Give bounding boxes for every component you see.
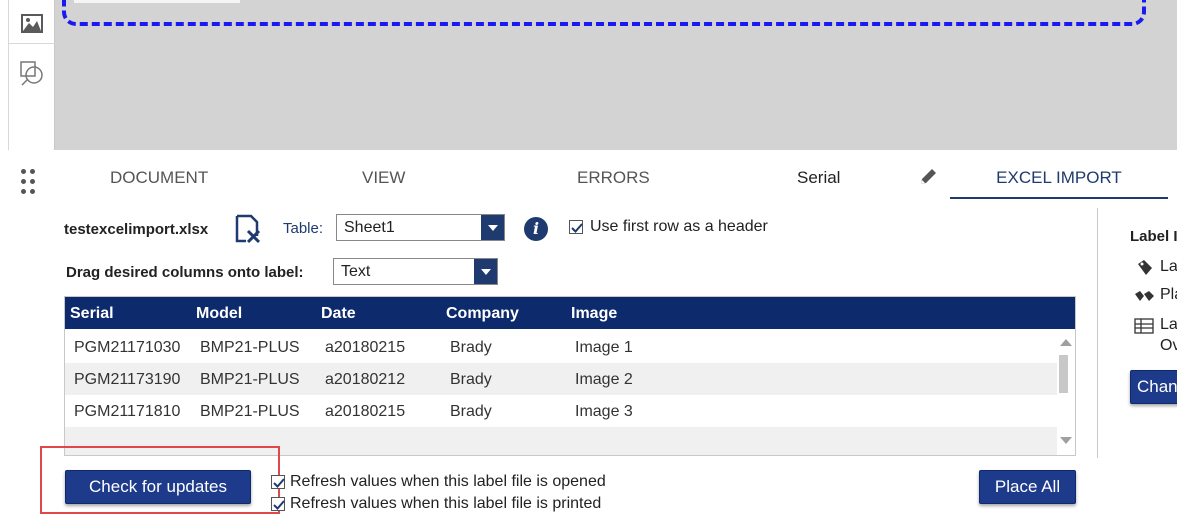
- table-cell: a20180215: [325, 403, 406, 420]
- file-name: testexcelimport.xlsx: [64, 221, 209, 238]
- drag-grip-icon[interactable]: [21, 169, 37, 195]
- shape-tool-button[interactable]: [9, 52, 55, 94]
- table-select-value: Sheet1: [344, 219, 395, 236]
- grid-header: Serial Model Date Company Image: [65, 297, 1075, 329]
- right-panel-item-continued: Ov: [1160, 337, 1177, 354]
- table-row[interactable]: PGM21173190 BMP21-PLUS a20180212 Brady I…: [65, 363, 1057, 395]
- column-header[interactable]: Date: [321, 305, 356, 323]
- right-panel-item[interactable]: La: [1160, 258, 1177, 276]
- image-icon: [21, 13, 43, 33]
- design-canvas-area: [0, 0, 1177, 150]
- column-type-select[interactable]: Text: [333, 258, 498, 285]
- scroll-down-icon[interactable]: [1060, 437, 1072, 444]
- refresh-printed-label: Refresh values when this label file is p…: [290, 495, 602, 512]
- tag-icon: [1138, 260, 1152, 275]
- table-cell: a20180212: [325, 371, 406, 388]
- table-select[interactable]: Sheet1: [336, 214, 505, 241]
- info-icon[interactable]: i: [524, 217, 548, 241]
- excel-clear-icon[interactable]: [234, 214, 262, 244]
- tab-excel-import[interactable]: EXCEL IMPORT: [950, 168, 1168, 199]
- tab-document[interactable]: DOCUMENT: [110, 168, 208, 188]
- tab-serial[interactable]: Serial: [797, 168, 840, 188]
- column-header[interactable]: Image: [571, 305, 617, 323]
- tab-errors[interactable]: ERRORS: [577, 168, 650, 188]
- use-header-checkbox[interactable]: [569, 220, 583, 234]
- table-cell: Image 3: [575, 403, 633, 420]
- check-updates-button[interactable]: Check for updates: [65, 470, 251, 504]
- change-button[interactable]: Chan: [1130, 370, 1177, 404]
- table-label: Table:: [283, 220, 324, 237]
- column-type-value: Text: [341, 263, 371, 280]
- place-tags-icon: [1135, 291, 1154, 301]
- chevron-down-icon[interactable]: [481, 215, 504, 240]
- table-cell: Brady: [450, 339, 492, 356]
- tab-view[interactable]: VIEW: [362, 168, 405, 188]
- panel-divider: [1097, 208, 1098, 458]
- drag-columns-label: Drag desired columns onto label:: [66, 264, 304, 281]
- table-cell: PGM21173190: [74, 371, 181, 388]
- table-cell: PGM21171030: [74, 339, 181, 356]
- pencil-icon[interactable]: [918, 167, 940, 187]
- column-header[interactable]: Serial: [70, 305, 114, 323]
- table-cell: BMP21-PLUS: [200, 339, 300, 356]
- scroll-thumb[interactable]: [1059, 355, 1068, 393]
- table-row[interactable]: PGM21171810 BMP21-PLUS a20180215 Brady I…: [65, 395, 1057, 427]
- right-panel-item[interactable]: La: [1160, 316, 1177, 334]
- table-cell: Brady: [450, 371, 492, 388]
- refresh-opened-label: Refresh values when this label file is o…: [290, 473, 606, 490]
- refresh-printed-checkbox[interactable]: [271, 497, 285, 511]
- table-row[interactable]: PGM21171030 BMP21-PLUS a20180215 Brady I…: [65, 331, 1057, 363]
- image-tool-button[interactable]: [9, 2, 55, 44]
- table-cell: Brady: [450, 403, 492, 420]
- grid-scrollbar[interactable]: [1056, 337, 1074, 449]
- table-cell: Image 1: [575, 339, 633, 356]
- label-outline[interactable]: [62, 0, 1146, 26]
- table-cell: BMP21-PLUS: [200, 371, 300, 388]
- table-grid-icon: [1134, 318, 1154, 334]
- table-cell: a20180215: [325, 339, 406, 356]
- column-header[interactable]: Company: [446, 305, 519, 323]
- chevron-down-icon[interactable]: [474, 259, 497, 284]
- shape-icon: [20, 61, 43, 86]
- table-cell: Image 2: [575, 371, 633, 388]
- scroll-up-icon[interactable]: [1060, 339, 1072, 346]
- place-all-button[interactable]: Place All: [979, 470, 1076, 504]
- app-window: DOCUMENT VIEW ERRORS Serial EXCEL IMPORT…: [0, 0, 1177, 521]
- refresh-opened-checkbox[interactable]: [271, 475, 285, 489]
- column-header[interactable]: Model: [196, 305, 242, 323]
- data-grid: Serial Model Date Company Image PGM21171…: [64, 296, 1076, 456]
- right-panel-title: Label I: [1130, 228, 1177, 245]
- table-cell: BMP21-PLUS: [200, 403, 300, 420]
- right-panel-item[interactable]: Pla: [1160, 286, 1177, 304]
- table-cell: PGM21171810: [74, 403, 181, 420]
- left-toolbar: [8, 0, 55, 150]
- use-header-label: Use first row as a header: [590, 218, 768, 235]
